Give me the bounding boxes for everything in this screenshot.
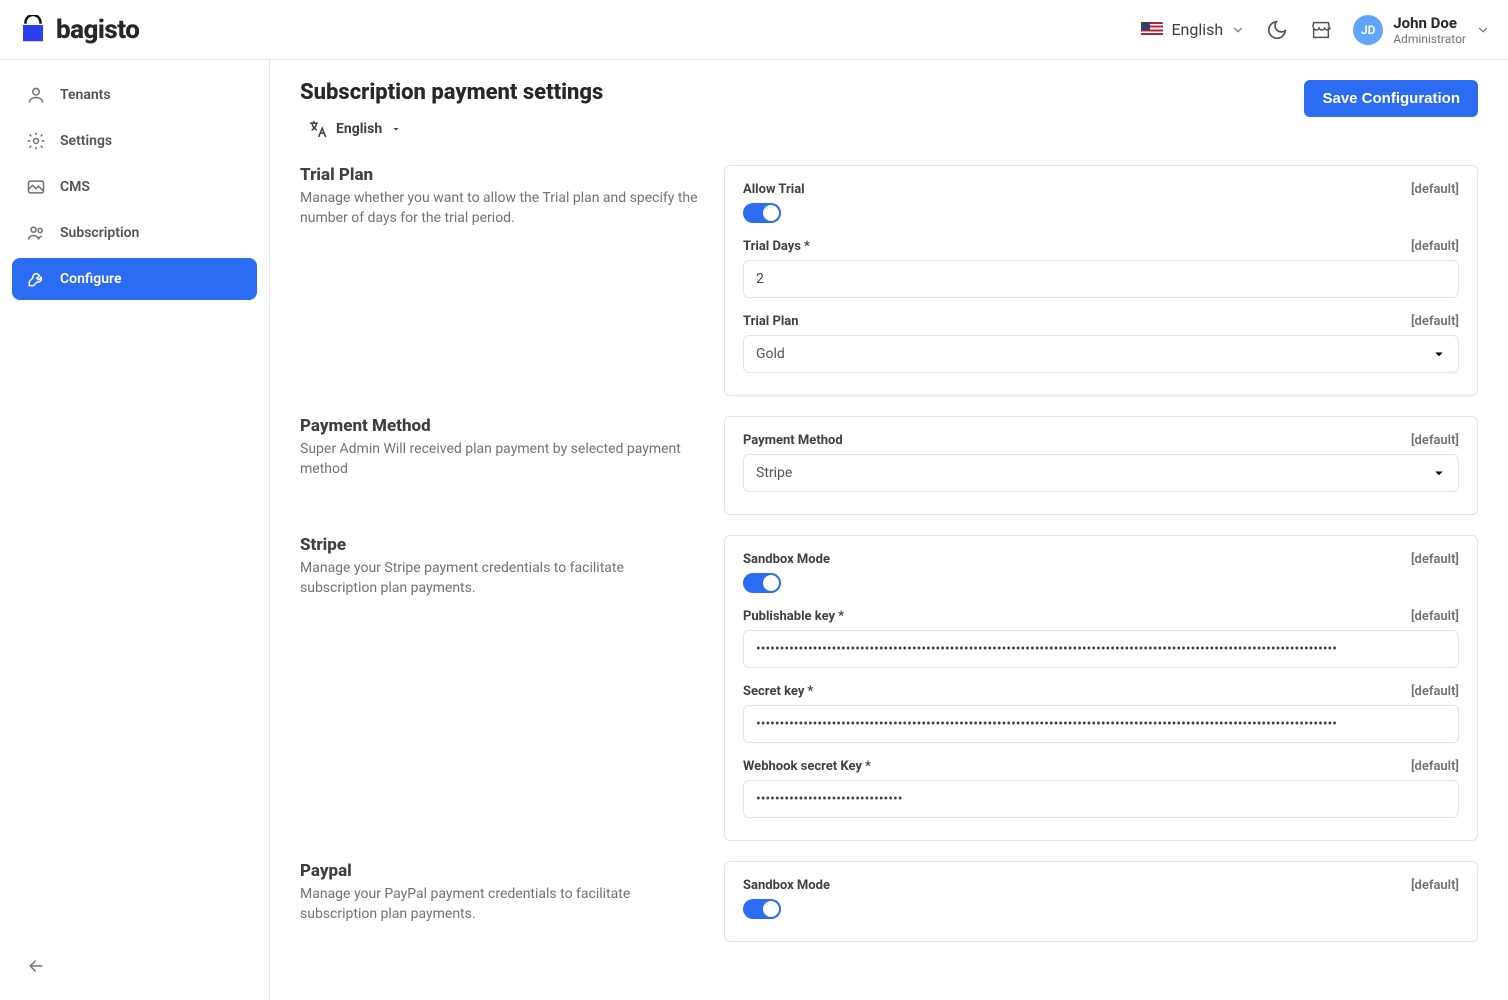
flag-icon [1141, 22, 1163, 37]
users-icon [26, 223, 46, 243]
payment-method-panel: Payment Method [default] Stripe [724, 416, 1478, 515]
section-desc-stripe: Manage your Stripe payment credentials t… [300, 559, 700, 598]
sidebar-item-label: Settings [60, 133, 112, 149]
store-link[interactable] [1309, 18, 1333, 42]
section-title-trial: Trial Plan [300, 165, 700, 185]
chevron-down-icon [1476, 23, 1490, 37]
sidebar-item-tenants[interactable]: Tenants [12, 74, 257, 116]
chevron-down-icon [390, 123, 402, 135]
topbar: bagisto English JD John Doe Administrato… [0, 0, 1508, 60]
stripe-panel: Sandbox Mode [default] Publishable key* … [724, 535, 1478, 841]
section-desc-paypal: Manage your PayPal payment credentials t… [300, 885, 700, 924]
sidebar-item-label: CMS [60, 179, 90, 195]
paypal-panel: Sandbox Mode [default] [724, 861, 1478, 942]
trial-plan-label: Trial Plan [743, 314, 799, 329]
translate-icon [308, 119, 328, 139]
wrench-icon [26, 269, 46, 289]
sidebar-item-label: Configure [60, 271, 121, 287]
dark-mode-toggle[interactable] [1265, 18, 1289, 42]
avatar: JD [1353, 15, 1383, 45]
section-title-paypal: Paypal [300, 861, 700, 881]
stripe-secret-key-label: Secret key* [743, 684, 813, 699]
default-tag: [default] [1411, 609, 1459, 624]
sidebar-item-settings[interactable]: Settings [12, 120, 257, 162]
paypal-sandbox-label: Sandbox Mode [743, 878, 830, 893]
default-tag: [default] [1411, 314, 1459, 329]
topbar-right: English JD John Doe Administrator [1141, 14, 1490, 46]
brand-text: bagisto [56, 15, 139, 45]
sidebar-collapse[interactable] [12, 946, 257, 986]
stripe-publishable-key-input[interactable] [743, 630, 1459, 668]
page-language-picker[interactable]: English [300, 115, 410, 143]
section-title-payment-method: Payment Method [300, 416, 700, 436]
sidebar-item-cms[interactable]: CMS [12, 166, 257, 208]
stripe-pub-key-label: Publishable key* [743, 609, 844, 624]
section-desc-trial: Manage whether you want to allow the Tri… [300, 189, 700, 228]
section-desc-payment-method: Super Admin Will received plan payment b… [300, 440, 700, 479]
image-icon [26, 177, 46, 197]
user-icon [26, 85, 46, 105]
main-content: Subscription payment settings English Sa… [270, 60, 1508, 1000]
user-name: John Doe [1393, 14, 1466, 32]
allow-trial-label: Allow Trial [743, 182, 805, 197]
language-picker[interactable]: English [1141, 20, 1245, 39]
user-menu[interactable]: JD John Doe Administrator [1353, 14, 1490, 46]
save-configuration-button[interactable]: Save Configuration [1304, 80, 1478, 117]
default-tag: [default] [1411, 239, 1459, 254]
chevron-down-icon [1231, 23, 1245, 37]
section-title-stripe: Stripe [300, 535, 700, 555]
language-label: English [1171, 20, 1223, 39]
paypal-sandbox-toggle[interactable] [743, 899, 781, 919]
store-icon [1310, 19, 1332, 41]
stripe-sandbox-label: Sandbox Mode [743, 552, 830, 567]
default-tag: [default] [1411, 182, 1459, 197]
default-tag: [default] [1411, 552, 1459, 567]
moon-icon [1266, 19, 1288, 41]
sidebar-item-label: Tenants [60, 87, 111, 103]
trial-days-input[interactable] [743, 260, 1459, 298]
gear-icon [26, 131, 46, 151]
trial-plan-select[interactable]: Gold [743, 335, 1459, 373]
page-title: Subscription payment settings [300, 80, 603, 105]
payment-method-label: Payment Method [743, 433, 843, 448]
default-tag: [default] [1411, 759, 1459, 774]
trial-days-label: Trial Days* [743, 239, 810, 254]
collapse-icon [26, 956, 46, 976]
sidebar-item-label: Subscription [60, 225, 139, 241]
default-tag: [default] [1411, 878, 1459, 893]
default-tag: [default] [1411, 433, 1459, 448]
stripe-secret-key-input[interactable] [743, 705, 1459, 743]
allow-trial-toggle[interactable] [743, 203, 781, 223]
stripe-sandbox-toggle[interactable] [743, 573, 781, 593]
default-tag: [default] [1411, 684, 1459, 699]
sidebar: Tenants Settings CMS Subscription [0, 60, 270, 1000]
bag-icon [18, 15, 48, 45]
payment-method-select[interactable]: Stripe [743, 454, 1459, 492]
brand-logo[interactable]: bagisto [18, 15, 139, 45]
page-language-label: English [336, 121, 382, 137]
user-role: Administrator [1393, 32, 1466, 46]
stripe-webhook-key-input[interactable] [743, 780, 1459, 818]
stripe-webhook-label: Webhook secret Key* [743, 759, 871, 774]
sidebar-item-configure[interactable]: Configure [12, 258, 257, 300]
trial-panel: Allow Trial [default] Trial Days* [defau… [724, 165, 1478, 396]
sidebar-item-subscription[interactable]: Subscription [12, 212, 257, 254]
